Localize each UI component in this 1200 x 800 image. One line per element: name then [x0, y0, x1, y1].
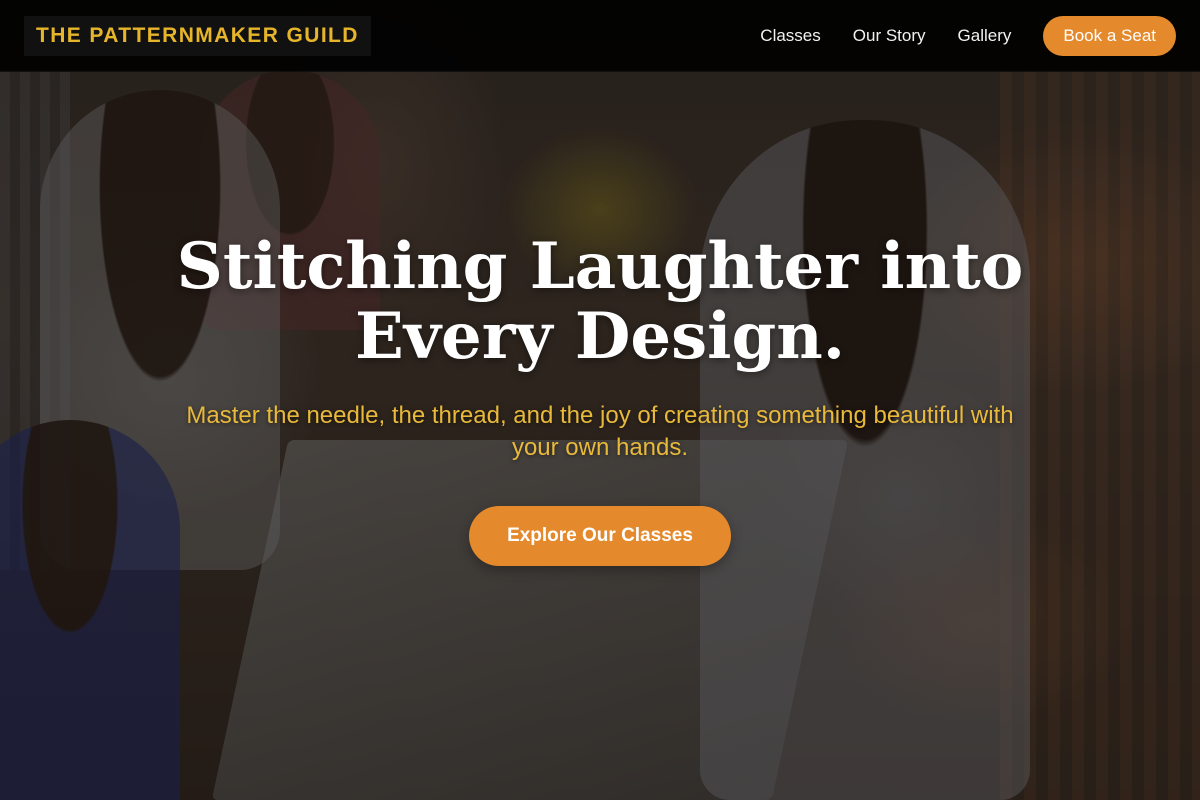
hero-section: Stitching Laughter into Every Design. Ma…	[0, 0, 1200, 800]
landing-page: THE PATTERNMAKER GUILD Classes Our Story…	[0, 0, 1200, 800]
hero-subtitle: Master the needle, the thread, and the j…	[186, 402, 1014, 461]
hero-title: Stitching Laughter into Every Design.	[176, 229, 1024, 374]
navbar: THE PATTERNMAKER GUILD Classes Our Story…	[0, 0, 1200, 72]
book-a-seat-button[interactable]: Book a Seat	[1043, 15, 1176, 56]
explore-classes-button[interactable]: Explore Our Classes	[469, 506, 731, 566]
nav-link-classes[interactable]: Classes	[760, 26, 820, 46]
nav-links: Classes Our Story Gallery Book a Seat	[728, 15, 1176, 56]
brand-logo[interactable]: THE PATTERNMAKER GUILD	[24, 15, 371, 56]
nav-link-our-story[interactable]: Our Story	[853, 26, 926, 46]
nav-link-gallery[interactable]: Gallery	[958, 26, 1012, 46]
